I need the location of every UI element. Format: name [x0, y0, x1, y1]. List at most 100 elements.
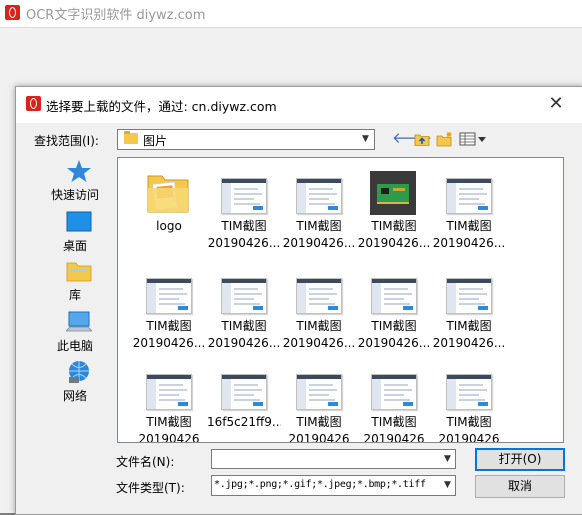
image-file-item[interactable]: TIM截图 20190426 — [132, 358, 206, 443]
look-in-label: 查找范围(I): — [34, 134, 99, 148]
place-this-pc[interactable]: 此电脑 — [34, 310, 116, 360]
file-name-line1: TIM截图 — [146, 415, 192, 429]
filetype-value: *.jpg;*.png;*.gif;*.jpeg;*.bmp;*.tiff — [214, 479, 426, 490]
file-name-line1: TIM截图 — [446, 219, 492, 233]
place-network[interactable]: 网络 — [34, 360, 116, 410]
computer-icon — [65, 310, 93, 334]
file-name: TIM截图 20190426 — [357, 414, 431, 443]
file-name-line2: 20190426... — [432, 236, 506, 250]
screenshot-preview — [146, 278, 192, 314]
filetype-label: 文件类型(T): — [116, 481, 185, 495]
image-file-item[interactable]: TIM截图 20190426 — [432, 358, 506, 443]
folder-item[interactable]: logo — [132, 162, 206, 258]
file-name: TIM截图 20190426... — [432, 318, 506, 352]
up-folder-icon[interactable] — [414, 131, 430, 147]
place-label: 库 — [68, 288, 81, 302]
image-file-item[interactable]: TIM截图 20190426... — [207, 162, 281, 258]
file-name: TIM截图 20190426... — [132, 318, 206, 352]
image-thumbnail-icon — [444, 366, 492, 412]
file-list-view[interactable]: TIM截图 20190426 TIM截图 20190426 TIM截图 20190426 1… — [117, 157, 564, 443]
image-thumbnail-icon — [144, 366, 192, 412]
place-library[interactable]: 库 — [34, 259, 116, 309]
file-name: TIM截图 20190426... — [357, 318, 431, 352]
new-folder-icon[interactable] — [436, 131, 454, 147]
screenshot-preview — [296, 278, 342, 314]
library-icon — [66, 259, 92, 283]
chevron-down-icon[interactable]: ▼ — [440, 450, 455, 468]
desktop-icon — [66, 210, 92, 234]
filename-input[interactable]: ▼ — [211, 449, 456, 469]
dialog-titlebar: 选择要上载的文件，通过: cn.diywz.com ✕ — [16, 87, 582, 123]
place-label: 快速访问 — [50, 188, 99, 202]
image-thumbnail-icon — [294, 170, 342, 216]
image-thumbnail-icon — [369, 170, 417, 216]
file-name-line1: TIM截图 — [446, 319, 492, 333]
file-name-line2: 20190426... — [207, 336, 281, 350]
image-file-item[interactable]: TIM截图 20190426... — [207, 262, 281, 358]
file-name: TIM截图 20190426 — [432, 414, 506, 443]
screenshot-preview — [221, 278, 267, 314]
file-name: TIM截图 20190426 — [132, 414, 206, 443]
screenshot-preview — [221, 178, 267, 214]
image-thumbnail-icon — [219, 270, 267, 316]
back-arrow-icon[interactable]: 🡐 — [392, 131, 432, 147]
file-name-line1: TIM截图 — [296, 319, 342, 333]
image-thumbnail-icon — [369, 270, 417, 316]
look-in-dropdown[interactable]: 图片 ▼ — [117, 129, 375, 150]
file-name-line2: 20190426... — [282, 236, 356, 250]
chevron-down-icon[interactable]: ▼ — [357, 130, 374, 149]
file-name-line1: TIM截图 — [296, 415, 342, 429]
place-label: 此电脑 — [56, 339, 93, 353]
app-title: OCR文字识别软件 diywz.com — [26, 8, 206, 23]
image-thumbnail-icon — [444, 170, 492, 216]
image-file-item[interactable]: TIM截图 20190426... — [357, 162, 431, 258]
folder-icon — [124, 131, 138, 144]
file-open-dialog: 选择要上载的文件，通过: cn.diywz.com ✕ 查找范围(I): 图片 … — [15, 86, 582, 515]
image-thumbnail-icon — [294, 366, 342, 412]
image-file-item[interactable]: TIM截图 20190426... — [282, 262, 356, 358]
place-desktop[interactable]: 桌面 — [34, 210, 116, 260]
image-thumbnail-icon — [144, 270, 192, 316]
image-file-item[interactable]: TIM截图 20190426... — [282, 162, 356, 258]
screenshot-preview — [296, 374, 342, 410]
screenshot-preview — [371, 278, 417, 314]
image-thumbnail-icon — [294, 270, 342, 316]
file-name-line2: 20190426... — [432, 336, 506, 350]
dialog-title: 选择要上载的文件，通过: cn.diywz.com — [46, 99, 277, 114]
file-name: 16f5c21ff9... — [207, 414, 281, 431]
app-background-top — [0, 28, 582, 88]
image-file-item[interactable]: TIM截图 20190426... — [432, 162, 506, 258]
image-file-item[interactable]: TIM截图 20190426 — [282, 358, 356, 442]
image-file-item[interactable]: TIM截图 20190426... — [432, 262, 506, 358]
file-name-line1: TIM截图 — [146, 319, 192, 333]
image-file-item[interactable]: TIM截图 20190426... — [132, 262, 206, 358]
file-name-line1: TIM截图 — [371, 319, 417, 333]
star-icon — [66, 159, 92, 183]
file-name-line1: TIM截图 — [221, 219, 267, 233]
image-thumbnail-icon — [369, 366, 417, 412]
file-name-line1: 16f5c21ff9... — [207, 415, 281, 429]
network-icon — [66, 360, 92, 384]
place-quick-access[interactable]: 快速访问 — [34, 159, 116, 209]
file-name-line1: TIM截图 — [371, 219, 417, 233]
close-icon[interactable]: ✕ — [545, 93, 567, 115]
app-logo-icon — [5, 5, 20, 20]
image-file-item[interactable]: TIM截图 20190426... — [357, 262, 431, 358]
file-name-line2: 20190426... — [132, 336, 206, 350]
app-titlebar: OCR文字识别软件 diywz.com — [0, 0, 582, 28]
screenshot-preview — [446, 178, 492, 214]
filetype-select[interactable]: *.jpg;*.png;*.gif;*.jpeg;*.bmp;*.tiff ▼ — [211, 475, 456, 496]
view-menu-icon[interactable] — [459, 131, 489, 147]
image-file-item[interactable]: 16f5c21ff9... — [207, 358, 281, 442]
file-name-line2: 20190426... — [282, 336, 356, 350]
file-name-line2: 20190426 — [138, 432, 200, 443]
screenshot-preview — [446, 278, 492, 314]
chevron-down-icon[interactable]: ▼ — [440, 476, 455, 495]
file-name: TIM截图 20190426... — [357, 218, 431, 252]
file-name-line2: 20190426 — [363, 432, 425, 443]
image-file-item[interactable]: TIM截图 20190426 — [357, 358, 431, 443]
file-name-line2: 20190426 — [438, 432, 500, 443]
open-button[interactable]: 打开(O) — [475, 448, 565, 471]
cancel-button[interactable]: 取消 — [475, 475, 565, 498]
screenshot-preview — [296, 178, 342, 214]
